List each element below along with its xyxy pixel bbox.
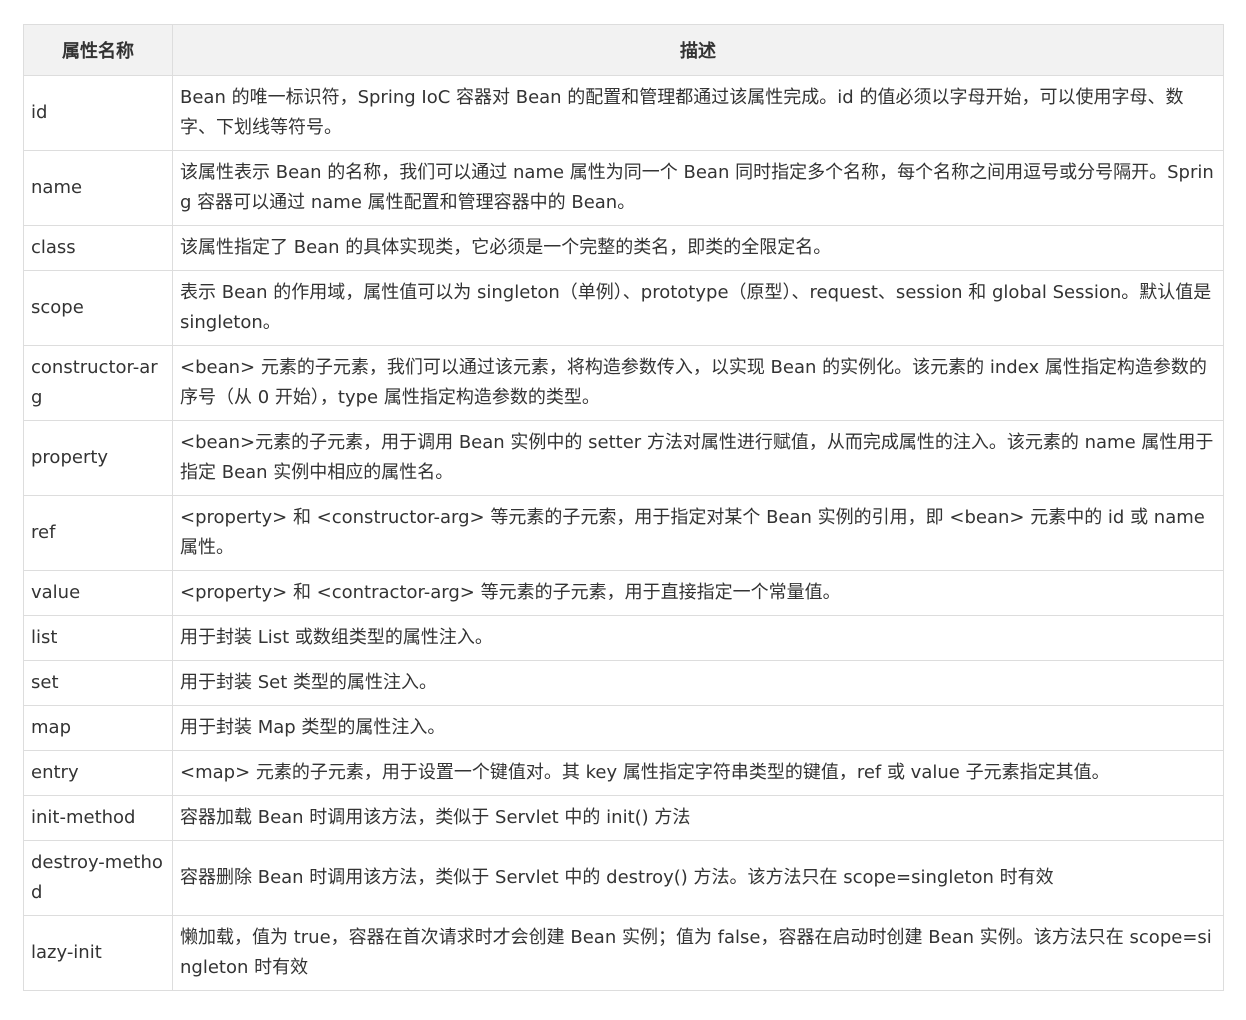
- header-attribute-name: 属性名称: [23, 24, 173, 76]
- attribute-desc-cell: <property> 和 <constructor-arg> 等元素的子元索，用…: [172, 495, 1224, 571]
- attribute-desc-cell: 用于封装 Set 类型的属性注入。: [172, 660, 1224, 706]
- table-row: set 用于封装 Set 类型的属性注入。: [23, 660, 1224, 706]
- table-row: scope 表示 Bean 的作用域，属性值可以为 singleton（单例）、…: [23, 270, 1224, 346]
- attribute-name-cell: list: [23, 615, 173, 661]
- table-row: ref <property> 和 <constructor-arg> 等元素的子…: [23, 495, 1224, 571]
- table-row: list 用于封装 List 或数组类型的属性注入。: [23, 615, 1224, 661]
- attribute-desc-cell: 懒加载，值为 true，容器在首次请求时才会创建 Bean 实例；值为 fals…: [172, 915, 1224, 991]
- header-row: 属性名称 描述: [23, 24, 1224, 76]
- attribute-name-cell: id: [23, 75, 173, 151]
- bean-attribute-table: 属性名称 描述 id Bean 的唯一标识符，Spring IoC 容器对 Be…: [23, 24, 1224, 991]
- attribute-table-container: 属性名称 描述 id Bean 的唯一标识符，Spring IoC 容器对 Be…: [23, 24, 1224, 991]
- table-row: entry <map> 元素的子元素，用于设置一个键值对。其 key 属性指定字…: [23, 750, 1224, 796]
- attribute-name-cell: value: [23, 570, 173, 616]
- attribute-desc-cell: 容器加载 Bean 时调用该方法，类似于 Servlet 中的 init() 方…: [172, 795, 1224, 841]
- header-description: 描述: [172, 24, 1224, 76]
- attribute-name-cell: class: [23, 225, 173, 271]
- attribute-desc-cell: <property> 和 <contractor-arg> 等元素的子元素，用于…: [172, 570, 1224, 616]
- attribute-desc-cell: 该属性表示 Bean 的名称，我们可以通过 name 属性为同一个 Bean 同…: [172, 150, 1224, 226]
- attribute-desc-cell: <bean> 元素的子元素，我们可以通过该元素，将构造参数传入，以实现 Bean…: [172, 345, 1224, 421]
- attribute-name-cell: constructor-arg: [23, 345, 173, 421]
- attribute-desc-cell: 用于封装 Map 类型的属性注入。: [172, 705, 1224, 751]
- table-body: id Bean 的唯一标识符，Spring IoC 容器对 Bean 的配置和管…: [23, 75, 1224, 991]
- attribute-desc-cell: 该属性指定了 Bean 的具体实现类，它必须是一个完整的类名，即类的全限定名。: [172, 225, 1224, 271]
- attribute-name-cell: entry: [23, 750, 173, 796]
- attribute-desc-cell: <bean>元素的子元素，用于调用 Bean 实例中的 setter 方法对属性…: [172, 420, 1224, 496]
- table-row: constructor-arg <bean> 元素的子元素，我们可以通过该元素，…: [23, 345, 1224, 421]
- table-row: id Bean 的唯一标识符，Spring IoC 容器对 Bean 的配置和管…: [23, 75, 1224, 151]
- attribute-name-cell: name: [23, 150, 173, 226]
- attribute-desc-cell: <map> 元素的子元素，用于设置一个键值对。其 key 属性指定字符串类型的键…: [172, 750, 1224, 796]
- attribute-name-cell: set: [23, 660, 173, 706]
- attribute-name-cell: init-method: [23, 795, 173, 841]
- table-row: class 该属性指定了 Bean 的具体实现类，它必须是一个完整的类名，即类的…: [23, 225, 1224, 271]
- attribute-desc-cell: 容器删除 Bean 时调用该方法，类似于 Servlet 中的 destroy(…: [172, 840, 1224, 916]
- attribute-name-cell: destroy-method: [23, 840, 173, 916]
- table-row: map 用于封装 Map 类型的属性注入。: [23, 705, 1224, 751]
- attribute-name-cell: property: [23, 420, 173, 496]
- table-row: destroy-method 容器删除 Bean 时调用该方法，类似于 Serv…: [23, 840, 1224, 916]
- table-row: lazy-init 懒加载，值为 true，容器在首次请求时才会创建 Bean …: [23, 915, 1224, 991]
- attribute-name-cell: scope: [23, 270, 173, 346]
- attribute-name-cell: map: [23, 705, 173, 751]
- table-row: name 该属性表示 Bean 的名称，我们可以通过 name 属性为同一个 B…: [23, 150, 1224, 226]
- table-header: 属性名称 描述: [23, 24, 1224, 76]
- table-row: init-method 容器加载 Bean 时调用该方法，类似于 Servlet…: [23, 795, 1224, 841]
- attribute-desc-cell: 表示 Bean 的作用域，属性值可以为 singleton（单例）、protot…: [172, 270, 1224, 346]
- table-row: property <bean>元素的子元素，用于调用 Bean 实例中的 set…: [23, 420, 1224, 496]
- attribute-name-cell: ref: [23, 495, 173, 571]
- attribute-desc-cell: Bean 的唯一标识符，Spring IoC 容器对 Bean 的配置和管理都通…: [172, 75, 1224, 151]
- attribute-name-cell: lazy-init: [23, 915, 173, 991]
- table-row: value <property> 和 <contractor-arg> 等元素的…: [23, 570, 1224, 616]
- attribute-desc-cell: 用于封装 List 或数组类型的属性注入。: [172, 615, 1224, 661]
